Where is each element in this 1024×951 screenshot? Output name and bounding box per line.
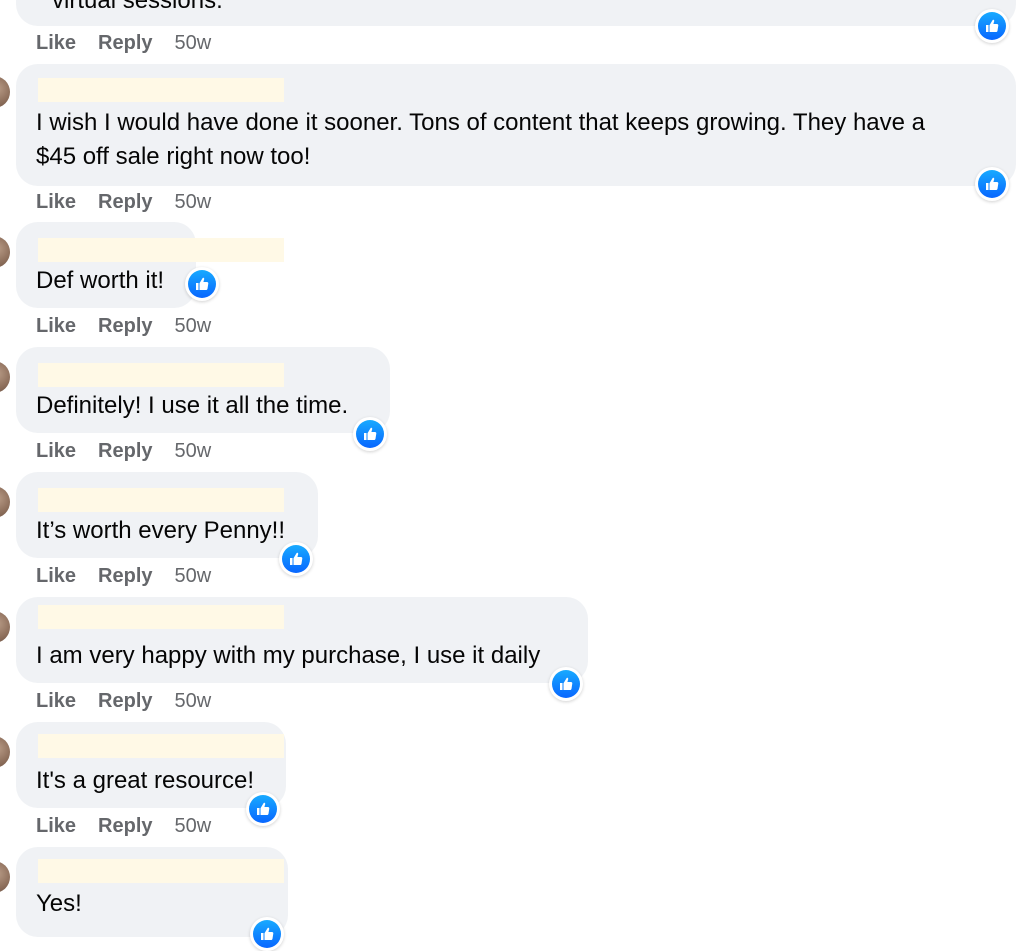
reply-button[interactable]: Reply	[98, 565, 152, 587]
redacted-author-name	[38, 605, 284, 629]
like-button[interactable]: Like	[36, 690, 76, 712]
comment-bubble: I am very happy with my purchase, I use …	[16, 597, 588, 683]
avatar[interactable]	[0, 486, 10, 518]
comment-text: Yes!	[36, 890, 82, 917]
comment-bubble: It's a great resource!	[16, 722, 286, 808]
like-button[interactable]: Like	[36, 565, 76, 587]
timestamp[interactable]: 50w	[175, 565, 212, 587]
like-reaction-icon[interactable]	[975, 9, 1009, 43]
comment-bubble: Definitely! I use it all the time.	[16, 347, 390, 433]
comment-actions: Like Reply 50w	[36, 688, 211, 714]
avatar[interactable]	[0, 236, 10, 268]
redacted-author-name	[38, 859, 284, 883]
like-button[interactable]: Like	[36, 440, 76, 462]
avatar[interactable]	[0, 736, 10, 768]
comment-text: Def worth it!	[36, 267, 165, 294]
comment-bubble: Def worth it!	[16, 222, 284, 308]
reply-button[interactable]: Reply	[98, 440, 152, 462]
comment-actions: Like Reply 50w	[36, 563, 211, 589]
redacted-author-name	[38, 238, 284, 262]
like-reaction-icon[interactable]	[185, 267, 219, 301]
timestamp[interactable]: 50w	[175, 191, 212, 213]
avatar[interactable]	[0, 611, 10, 643]
timestamp[interactable]: 50w	[175, 690, 212, 712]
comment-text-line: $45 off sale right now too!	[36, 143, 311, 170]
timestamp[interactable]: 50w	[175, 815, 212, 837]
reply-button[interactable]: Reply	[98, 191, 152, 213]
like-button[interactable]: Like	[36, 315, 76, 337]
like-reaction-icon[interactable]	[250, 917, 284, 951]
reply-button[interactable]: Reply	[98, 815, 152, 837]
comment-text: It’s worth every Penny!!	[36, 517, 285, 544]
avatar[interactable]	[0, 76, 10, 108]
comment-actions: Like Reply 50w	[36, 313, 211, 339]
comment-actions: Like Reply 50w	[36, 30, 211, 56]
comment-bubble: I wish I would have done it sooner. Tons…	[16, 64, 1016, 186]
comment-text-line: I wish I would have done it sooner. Tons…	[36, 109, 926, 136]
reply-button[interactable]: Reply	[98, 32, 152, 54]
like-reaction-icon[interactable]	[353, 417, 387, 451]
avatar[interactable]	[0, 361, 10, 393]
comment-actions: Like Reply 50w	[36, 813, 211, 839]
like-reaction-icon[interactable]	[279, 542, 313, 576]
comment-bubble: Yes!	[16, 847, 288, 937]
comment-actions: Like Reply 50w	[36, 189, 211, 215]
comment-bubble: virtual sessions.	[16, 0, 1016, 26]
comment-text: virtual sessions.	[52, 0, 223, 14]
redacted-author-name	[38, 734, 284, 758]
comment-thread: virtual sessions. Like Reply 50w I wish I …	[0, 0, 1024, 951]
comment-text: Definitely! I use it all the time.	[36, 392, 349, 419]
reply-button[interactable]: Reply	[98, 315, 152, 337]
redacted-author-name	[38, 488, 284, 512]
like-button[interactable]: Like	[36, 191, 76, 213]
comment-text: It's a great resource!	[36, 767, 255, 794]
comment-bubble: It’s worth every Penny!!	[16, 472, 318, 558]
timestamp[interactable]: 50w	[175, 32, 212, 54]
comment-actions: Like Reply 50w	[36, 438, 211, 464]
redacted-author-name	[38, 363, 284, 387]
redacted-author-name	[38, 78, 284, 102]
like-reaction-icon[interactable]	[975, 167, 1009, 201]
timestamp[interactable]: 50w	[175, 315, 212, 337]
avatar[interactable]	[0, 861, 10, 893]
like-reaction-icon[interactable]	[246, 792, 280, 826]
comment-text: I am very happy with my purchase, I use …	[36, 642, 541, 669]
reply-button[interactable]: Reply	[98, 690, 152, 712]
like-button[interactable]: Like	[36, 815, 76, 837]
like-button[interactable]: Like	[36, 32, 76, 54]
timestamp[interactable]: 50w	[175, 440, 212, 462]
like-reaction-icon[interactable]	[549, 667, 583, 701]
